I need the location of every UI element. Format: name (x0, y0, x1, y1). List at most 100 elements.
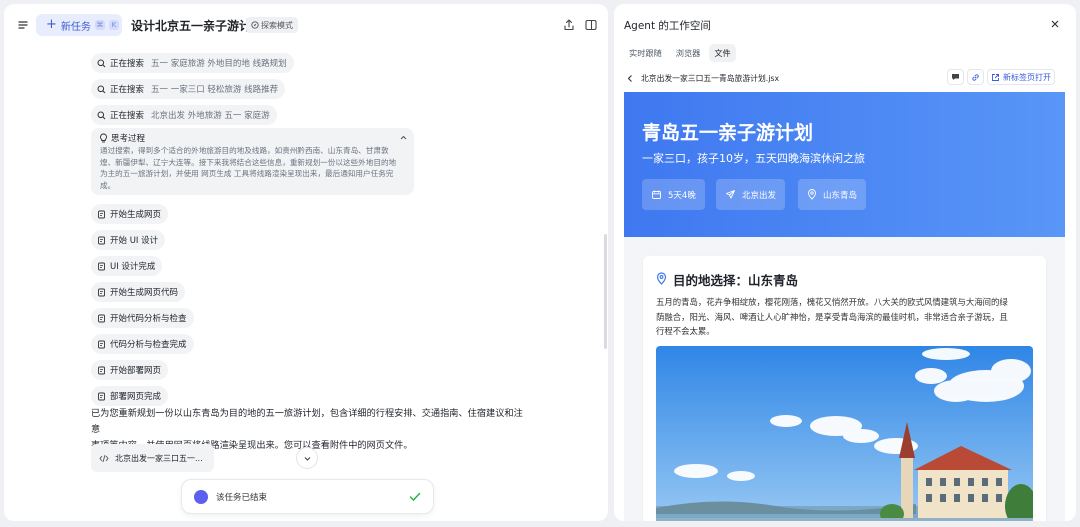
hero-title: 青岛五一亲子游计划 (642, 122, 814, 144)
code-icon (99, 454, 109, 462)
hero-subtitle: 一家三口，孩子10岁，五天四晚海滨休闲之旅 (642, 152, 865, 165)
desc-line: 五月的青岛，花卉争相绽放，樱花刚落，槐花又悄然开放。八大关的欧式风情建筑与大海间… (656, 297, 1008, 307)
search-icon (97, 59, 106, 67)
action-step: 开始部署网页 (91, 360, 169, 380)
action-step: 部署网页完成 (91, 386, 169, 406)
workspace-tabs: 实时跟随 浏览器 文件 (624, 44, 736, 62)
pill-text: 山东青岛 (823, 190, 858, 201)
message-line: 已为您重新规划一份以山东青岛为目的地的五一旅游计划，包含详细的行程安排、交通指南… (91, 408, 523, 435)
action-label: 开始 UI 设计 (110, 236, 159, 246)
desc-line: 荫融合，阳光、海风、啤酒让人心旷神怡，是享受青岛海滨的最佳时机，非常适合亲子游玩… (656, 311, 1008, 322)
share-icon[interactable] (562, 18, 576, 32)
mode-badge-label: 探索模式 (261, 20, 293, 30)
chat-button[interactable] (947, 69, 964, 85)
check-icon (409, 492, 421, 501)
compass-icon (251, 21, 259, 29)
action-label: 开始生成网页代码 (110, 288, 179, 298)
chevron-up-icon[interactable] (399, 133, 408, 142)
lightbulb-icon (100, 133, 107, 143)
document-icon (98, 236, 105, 244)
document-icon (98, 210, 105, 218)
action-label: 代码分析与检查完成 (110, 340, 187, 350)
search-icon (97, 111, 106, 119)
task-title: 设计北京五一亲子游计划 (131, 19, 264, 33)
mode-badge: 探索模式 (246, 17, 298, 33)
new-task-button[interactable]: + 新任务 ⌘ K (36, 14, 122, 36)
workspace-title: Agent 的工作空间 (624, 20, 711, 32)
app-window: + 新任务 ⌘ K 设计北京五一亲子游计划 探索模式 正在搜索 五一 家庭旅游 … (0, 0, 1080, 527)
thinking-line: 为主的五一旅游计划，并使用 网页生成 工具将线路渲染呈现出来，最后通知用户任务完 (100, 169, 394, 178)
attachment-name: 北京出发一家三口五一... (115, 453, 203, 463)
action-label: UI 设计完成 (110, 262, 156, 272)
tab-browser[interactable]: 浏览器 (671, 44, 706, 62)
tab-live-follow[interactable]: 实时跟随 (624, 44, 667, 62)
destination-pill: 山东青岛 (798, 179, 867, 210)
plus-icon: + (46, 17, 57, 32)
action-step: 代码分析与检查完成 (91, 334, 194, 354)
workspace-panel: Agent 的工作空间 实时跟随 浏览器 文件 北京出发一家三口五一青岛旅游计划… (614, 4, 1076, 521)
web-preview[interactable]: 青岛五一亲子游计划 一家三口，孩子10岁，五天四晚海滨休闲之旅 5天4晚 北京出… (624, 92, 1065, 521)
thinking-block[interactable]: 思考过程 通过搜索，得到多个适合的外地旅游目的地及线路，如贵州黔西南、山东青岛、… (91, 128, 414, 195)
preview-hero: 青岛五一亲子游计划 一家三口，孩子10岁，五天四晚海滨休闲之旅 5天4晚 北京出… (624, 92, 1065, 237)
file-path: 北京出发一家三口五一青岛旅游计划.jsx (641, 73, 780, 83)
search-step: 正在搜索 五一 一家三口 轻松旅游 线路推荐 (91, 79, 286, 99)
chat-panel: + 新任务 ⌘ K 设计北京五一亲子游计划 探索模式 正在搜索 五一 家庭旅游 … (4, 4, 608, 521)
action-step: 开始 UI 设计 (91, 230, 166, 250)
open-new-tab-button[interactable]: 新标签页打开 (987, 69, 1055, 85)
step-detail: 北京出发 外地旅游 五一 家庭游 (151, 111, 270, 121)
location-icon (808, 189, 816, 200)
chevron-down-icon (304, 456, 310, 461)
thinking-line: 成。 (100, 180, 116, 190)
external-link-icon (992, 73, 999, 81)
action-label: 开始部署网页 (110, 366, 162, 376)
photo-illustration (656, 346, 1033, 521)
departure-pill: 北京出发 (716, 179, 786, 210)
scrollbar[interactable] (604, 234, 607, 349)
document-icon (98, 262, 105, 270)
agent-avatar (194, 489, 208, 504)
action-step: 开始代码分析与检查 (91, 308, 194, 328)
tab-files[interactable]: 文件 (709, 44, 736, 62)
pill-text: 北京出发 (742, 190, 777, 201)
attachment-card[interactable]: 北京出发一家三口五一... (91, 444, 214, 472)
task-ended-text: 该任务已结束 (216, 492, 268, 503)
close-icon[interactable] (1050, 19, 1060, 29)
thinking-title: 思考过程 (111, 134, 146, 144)
shortcut-key: K (108, 20, 119, 30)
qingdao-photo (656, 346, 1033, 521)
scroll-down-button[interactable] (296, 447, 318, 469)
search-icon (97, 85, 106, 93)
duration-pill: 5天4晚 (642, 179, 705, 210)
thinking-line: 通过搜索，得到多个适合的外地旅游目的地及线路，如贵州黔西南、山东青岛、甘肃敦 (100, 146, 389, 155)
thinking-line: 煌、新疆伊犁、辽宁大连等。接下来我将结合这些信息，重新规划一份以这些外地目的地 (100, 157, 397, 167)
document-icon (98, 392, 105, 400)
action-step: 开始生成网页代码 (91, 282, 186, 302)
destination-card: 目的地选择：山东青岛 五月的青岛，花卉争相绽放，樱花刚落，槐花又悄然开放。八大关… (643, 256, 1046, 521)
action-step: UI 设计完成 (91, 256, 163, 276)
section-description: 五月的青岛，花卉争相绽放，樱花刚落，槐花又悄然开放。八大关的欧式风情建筑与大海间… (656, 295, 1039, 339)
action-label: 开始生成网页 (110, 210, 162, 220)
link-icon (972, 73, 979, 81)
chat-scroll-area[interactable]: 正在搜索 五一 家庭旅游 外地目的地 线路规划 正在搜索 五一 一家三口 轻松旅… (4, 46, 608, 521)
document-icon (98, 314, 105, 322)
new-task-label: 新任务 (60, 21, 91, 33)
file-actions: 新标签页打开 (947, 69, 1055, 85)
shortcut-key: ⌘ (94, 20, 105, 30)
menu-icon[interactable] (16, 18, 30, 32)
task-ended-bar: 该任务已结束 (181, 479, 434, 514)
step-detail: 五一 家庭旅游 外地目的地 线路规划 (151, 59, 287, 69)
step-label: 正在搜索 (110, 85, 145, 95)
action-label: 开始代码分析与检查 (110, 314, 187, 324)
document-icon (98, 340, 105, 348)
thinking-text: 通过搜索，得到多个适合的外地旅游目的地及线路，如贵州黔西南、山东青岛、甘肃敦 煌… (99, 145, 406, 191)
panel-toggle-icon[interactable] (584, 18, 598, 32)
section-title: 目的地选择：山东青岛 (673, 273, 799, 288)
document-icon (98, 288, 105, 296)
location-icon (656, 272, 667, 285)
copy-link-button[interactable] (967, 69, 984, 85)
open-new-tab-label: 新标签页打开 (1003, 72, 1051, 82)
back-arrow-icon[interactable] (626, 74, 634, 83)
action-step: 开始生成网页 (91, 204, 169, 224)
step-detail: 五一 一家三口 轻松旅游 线路推荐 (151, 85, 279, 95)
search-step: 正在搜索 北京出发 外地旅游 五一 家庭游 (91, 105, 277, 125)
